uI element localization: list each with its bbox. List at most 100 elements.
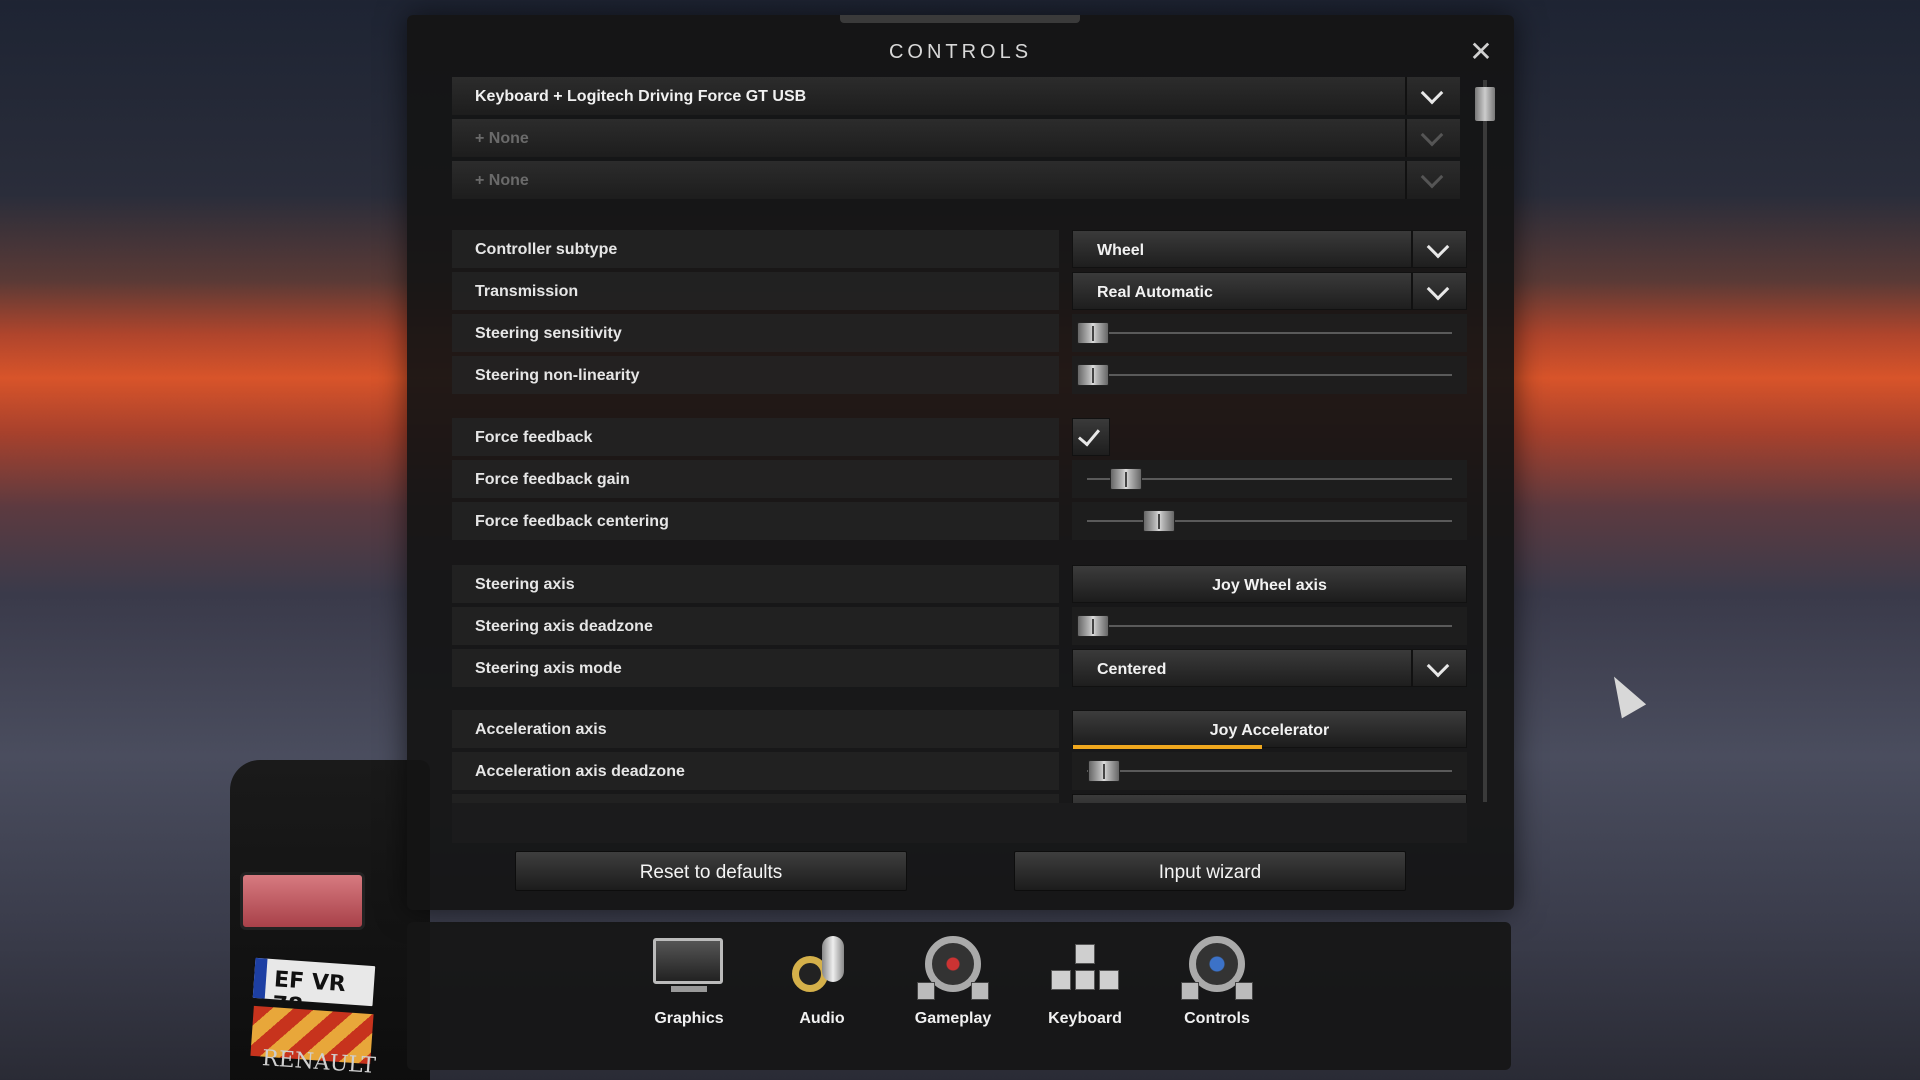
nav-audio[interactable]: Audio <box>767 932 877 1052</box>
steering-nonlinearity-slider[interactable] <box>1072 356 1467 394</box>
nav-keyboard[interactable]: Keyboard <box>1030 932 1140 1052</box>
setting-force-feedback: Force feedback <box>452 418 1460 456</box>
partial-dropdown[interactable] <box>1072 794 1467 803</box>
setting-label-box: Acceleration axis <box>452 710 1059 748</box>
slider-track[interactable] <box>1087 770 1452 772</box>
setting-label-box: Force feedback <box>452 418 1059 456</box>
truck-license-plate: EF VR 78 <box>250 955 378 1019</box>
axis-input-progress <box>1073 745 1262 749</box>
nav-label: Audio <box>799 1010 845 1027</box>
setting-label: Force feedback centering <box>475 513 669 530</box>
nav-label: Graphics <box>654 1010 724 1027</box>
setting-label-box: Transmission <box>452 272 1059 310</box>
setting-steering-axis: Steering axis Joy Wheel axis <box>452 565 1467 603</box>
setting-label: Steering sensitivity <box>475 325 622 342</box>
force-feedback-gain-slider[interactable] <box>1072 460 1467 498</box>
slider-knob[interactable] <box>1087 760 1120 782</box>
steering-axis-button[interactable]: Joy Wheel axis <box>1072 565 1467 603</box>
setting-acceleration-axis-deadzone: Acceleration axis deadzone <box>452 752 1467 790</box>
setting-label: Transmission <box>475 283 579 300</box>
slider-track[interactable] <box>1087 625 1452 627</box>
force-feedback-checkbox[interactable] <box>1072 418 1110 456</box>
dropdown-arrow[interactable] <box>1411 273 1466 309</box>
acceleration-axis-deadzone-slider[interactable] <box>1072 752 1467 790</box>
truck-tail-light <box>240 872 365 930</box>
input-wizard-button-label: Input wizard <box>1158 862 1262 883</box>
slider-track[interactable] <box>1087 520 1452 522</box>
setting-label: Steering axis deadzone <box>475 618 653 635</box>
chevron-down-icon <box>1420 165 1444 189</box>
dropdown-value: Centered <box>1097 661 1167 678</box>
setting-label: Steering axis mode <box>475 660 622 677</box>
transmission-dropdown[interactable]: Real Automatic <box>1072 272 1467 310</box>
dropdown-arrow[interactable] <box>1411 231 1466 267</box>
setting-label-box: Steering axis mode <box>452 649 1059 687</box>
mouse-cursor-icon <box>1601 669 1647 719</box>
panel-title-tab <box>840 15 1080 23</box>
device-dropdown-arrow[interactable] <box>1405 119 1460 157</box>
device-slot-1[interactable]: Keyboard + Logitech Driving Force GT USB <box>452 77 1460 115</box>
setting-label: Steering axis <box>475 576 575 593</box>
dropdown-arrow[interactable] <box>1411 650 1466 686</box>
setting-label-box: Steering axis deadzone <box>452 607 1059 645</box>
setting-label: Acceleration axis <box>475 721 607 738</box>
input-wizard-button[interactable]: Input wizard <box>1014 851 1406 891</box>
close-icon[interactable]: ✕ <box>1468 38 1494 66</box>
microphone-icon <box>782 932 862 1004</box>
setting-acceleration-axis: Acceleration axis Joy Accelerator <box>452 710 1467 749</box>
settings-list: Keyboard + Logitech Driving Force GT USB… <box>452 77 1472 803</box>
nav-graphics[interactable]: Graphics <box>634 932 744 1052</box>
steering-axis-deadzone-slider[interactable] <box>1072 607 1467 645</box>
setting-label: Steering non-linearity <box>475 367 640 384</box>
setting-force-feedback-centering: Force feedback centering <box>452 502 1467 540</box>
slider-knob[interactable] <box>1077 322 1109 344</box>
setting-label: Acceleration axis deadzone <box>475 763 685 780</box>
setting-label: Controller subtype <box>475 241 618 258</box>
keyboard-icon <box>1045 932 1125 1004</box>
monitor-icon <box>649 932 729 1004</box>
checkmark-icon <box>1077 423 1101 447</box>
reset-to-defaults-button[interactable]: Reset to defaults <box>515 851 907 891</box>
setting-steering-sensitivity: Steering sensitivity <box>452 314 1467 352</box>
controller-subtype-dropdown[interactable]: Wheel <box>1072 230 1467 268</box>
panel-title: CONTROLS <box>888 41 1033 63</box>
dropdown-value: Wheel <box>1097 242 1145 259</box>
settings-category-nav: Graphics Audio Gameplay Keyboard Control… <box>407 922 1511 1070</box>
setting-label-box: Acceleration axis deadzone <box>452 752 1059 790</box>
nav-gameplay[interactable]: Gameplay <box>898 932 1008 1052</box>
device-dropdown-arrow[interactable] <box>1405 161 1460 199</box>
slider-track[interactable] <box>1087 332 1452 334</box>
device-slot-3[interactable]: + None <box>452 161 1460 199</box>
device-slot-label: Keyboard + Logitech Driving Force GT USB <box>475 88 807 105</box>
axis-button-label: Joy Accelerator <box>1209 722 1330 739</box>
setting-label-box: Steering axis <box>452 565 1059 603</box>
nav-controls[interactable]: Controls <box>1162 932 1272 1052</box>
nav-label: Gameplay <box>914 1010 992 1027</box>
chevron-down-icon <box>1426 235 1450 259</box>
slider-knob[interactable] <box>1077 615 1109 637</box>
acceleration-axis-button[interactable]: Joy Accelerator <box>1072 710 1467 749</box>
slider-knob[interactable] <box>1142 510 1175 532</box>
device-slot-2[interactable]: + None <box>452 119 1460 157</box>
setting-label-box: Steering non-linearity <box>452 356 1059 394</box>
setting-steering-axis-mode: Steering axis mode Centered <box>452 649 1467 687</box>
nav-label: Controls <box>1184 1010 1250 1027</box>
force-feedback-centering-slider[interactable] <box>1072 502 1467 540</box>
device-slot-label: + None <box>475 130 529 147</box>
dropdown-value: Real Automatic <box>1097 284 1213 301</box>
steering-wheel-icon <box>913 932 993 1004</box>
slider-track[interactable] <box>1087 374 1452 376</box>
scrollbar-track[interactable] <box>1483 80 1487 802</box>
wheel-pedals-icon <box>1177 932 1257 1004</box>
setting-label-box: Controller subtype <box>452 230 1059 268</box>
axis-button-label: Joy Wheel axis <box>1212 577 1327 594</box>
nav-label: Keyboard <box>1048 1010 1122 1027</box>
slider-knob[interactable] <box>1109 468 1142 490</box>
setting-label-box: Force feedback gain <box>452 460 1059 498</box>
device-dropdown-arrow[interactable] <box>1405 77 1460 115</box>
setting-label-box <box>452 794 1059 803</box>
scrollbar-thumb[interactable] <box>1475 87 1495 121</box>
steering-sensitivity-slider[interactable] <box>1072 314 1467 352</box>
steering-axis-mode-dropdown[interactable]: Centered <box>1072 649 1467 687</box>
slider-knob[interactable] <box>1077 364 1109 386</box>
